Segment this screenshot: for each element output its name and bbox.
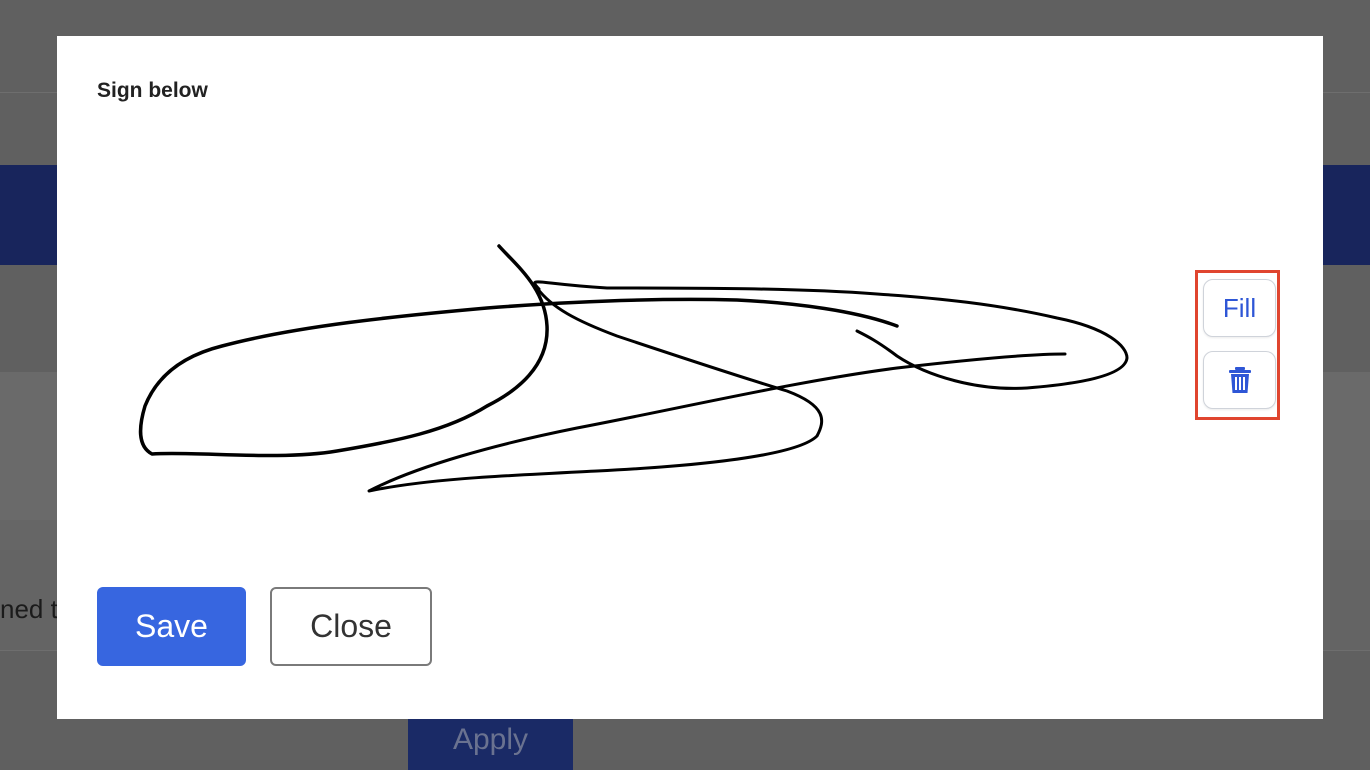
save-button[interactable]: Save — [97, 587, 246, 666]
signature-canvas[interactable] — [97, 176, 1177, 556]
signature-drawing — [138, 244, 1129, 493]
trash-icon — [1228, 367, 1251, 393]
clear-signature-button[interactable] — [1203, 351, 1276, 409]
close-button[interactable]: Close — [270, 587, 432, 666]
modal-title: Sign below — [97, 79, 208, 102]
apply-button: Apply — [408, 710, 573, 770]
signature-stroke-loop — [138, 244, 899, 458]
fill-button[interactable]: Fill — [1203, 279, 1276, 337]
signature-modal: Sign below Fill Save Close — [57, 36, 1323, 719]
signature-stroke-tail — [367, 286, 1067, 493]
background-text: ned t — [0, 594, 58, 624]
signature-stroke-upper — [533, 280, 1129, 390]
